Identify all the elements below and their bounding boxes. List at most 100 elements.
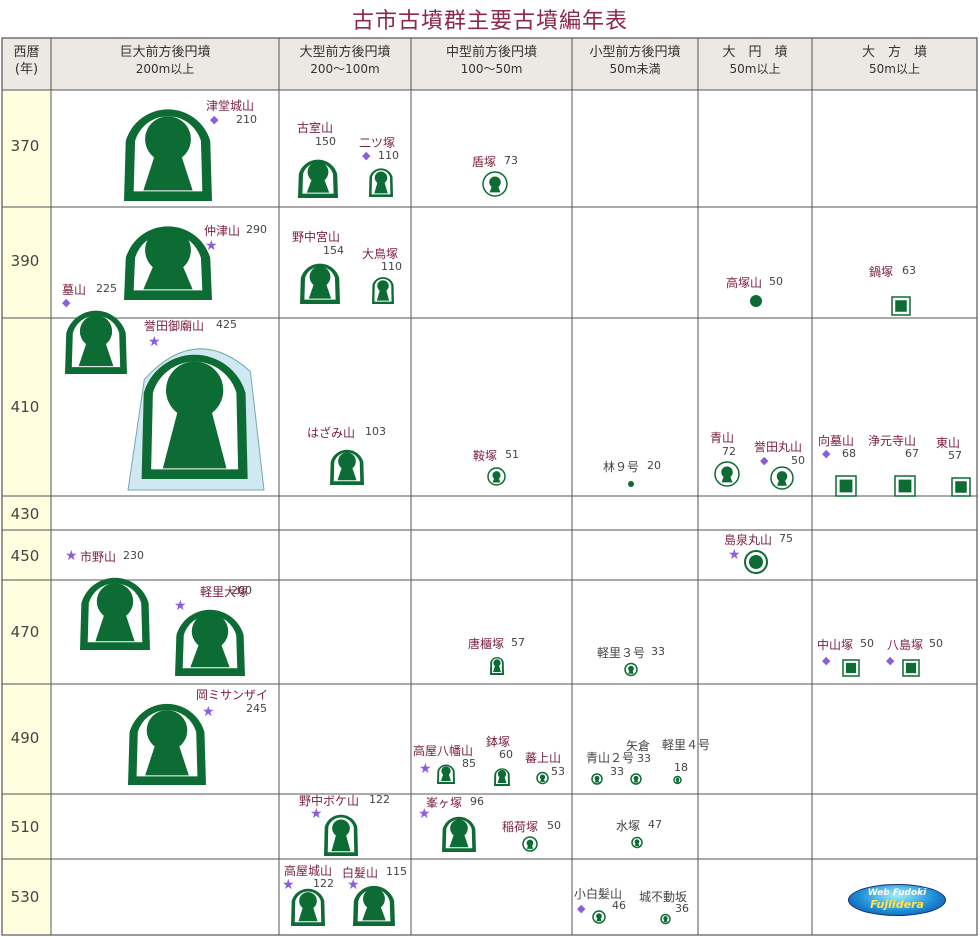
- tomb-name: 稲荷塚: [502, 820, 539, 834]
- tomb-name: 鉢塚: [486, 735, 511, 749]
- star-icon: ★: [174, 598, 187, 614]
- header-medium: 中型前方後円墳 100〜50m: [411, 44, 572, 78]
- year-label: 490: [10, 729, 40, 747]
- tomb-name: 青山: [710, 431, 735, 445]
- tomb-size: 67: [905, 447, 919, 460]
- tomb-name: 中山塚: [817, 638, 854, 652]
- diamond-icon: ◆: [62, 296, 71, 309]
- header-small-line2: 50m未満: [609, 62, 661, 76]
- year-label: 510: [10, 818, 40, 836]
- tomb-size: 150: [315, 135, 336, 148]
- tomb-size: 47: [648, 818, 662, 831]
- star-icon: ★: [310, 806, 323, 822]
- star-icon: ★: [202, 704, 215, 720]
- header-round-line1: 大 円 墳: [722, 45, 788, 60]
- web-fudoki-logo[interactable]: Web Fudoki Fujiidera: [848, 884, 946, 916]
- diamond-icon: ◆: [822, 447, 831, 460]
- star-icon: ★: [65, 548, 78, 564]
- header-square: 大 方 墳 50m以上: [812, 44, 977, 78]
- header-year: 西暦 (年): [2, 44, 51, 78]
- tomb-name: 鍋塚: [869, 265, 894, 279]
- tomb-name: 高屋八幡山: [413, 744, 474, 758]
- star-icon: ★: [728, 547, 741, 563]
- tomb-size: 33: [637, 752, 651, 765]
- tomb-size: 425: [216, 318, 237, 331]
- tomb-name: 軽里３号: [597, 646, 646, 660]
- labels-layer: 西暦 (年) 巨大前方後円墳 200m以上 大型前方後円墳 200〜100m 中…: [0, 0, 980, 937]
- tomb-name: 大鳥塚: [362, 247, 399, 261]
- tomb-size: 85: [462, 757, 476, 770]
- tomb-size: 53: [551, 765, 565, 778]
- tomb-name: 墓山: [62, 283, 87, 297]
- diamond-icon: ◆: [577, 902, 586, 915]
- logo-line1: Web Fudoki: [867, 888, 927, 898]
- year-label: 410: [10, 398, 40, 416]
- tomb-size: 245: [246, 702, 267, 715]
- tomb-size: 225: [96, 282, 117, 295]
- year-label: 370: [10, 137, 40, 155]
- tomb-size: 36: [675, 902, 689, 915]
- tomb-name: はざみ山: [307, 426, 356, 440]
- tomb-size: 20: [647, 459, 661, 472]
- diamond-icon: ◆: [822, 654, 831, 667]
- tomb-name: 東山: [936, 436, 961, 450]
- tomb-name: 浄元寺山: [868, 434, 917, 448]
- tomb-name: 蕃上山: [525, 751, 562, 765]
- tomb-name: 唐櫃塚: [468, 637, 505, 651]
- tomb-size: 154: [323, 244, 344, 257]
- tomb-name: 向墓山: [818, 434, 855, 448]
- diamond-icon: ◆: [886, 654, 895, 667]
- tomb-size: 73: [504, 154, 518, 167]
- star-icon: ★: [347, 877, 360, 893]
- star-icon: ★: [419, 761, 432, 777]
- tomb-name: 市野山: [80, 550, 117, 564]
- tomb-name: 島泉丸山: [724, 533, 773, 547]
- tomb-size: 115: [386, 865, 407, 878]
- tomb-size: 50: [929, 637, 943, 650]
- tomb-size: 68: [842, 447, 856, 460]
- tomb-name: 軽里４号: [662, 738, 711, 752]
- tomb-name: 水塚: [616, 819, 641, 833]
- header-round-line2: 50m以上: [729, 62, 781, 76]
- tomb-size: 122: [369, 793, 390, 806]
- header-giant: 巨大前方後円墳 200m以上: [51, 44, 279, 78]
- diamond-icon: ◆: [362, 149, 371, 162]
- tomb-name: 青山２号: [586, 751, 635, 765]
- tomb-name: 野中ボケ山: [299, 794, 360, 808]
- header-giant-line2: 200m以上: [135, 62, 195, 76]
- tomb-size: 33: [651, 645, 665, 658]
- header-medium-line1: 中型前方後円墳: [445, 45, 537, 60]
- tomb-size: 230: [123, 549, 144, 562]
- star-icon: ★: [205, 238, 218, 254]
- year-label: 390: [10, 252, 40, 270]
- tomb-size: 290: [246, 223, 267, 236]
- header-square-line2: 50m以上: [869, 62, 920, 76]
- header-small: 小型前方後円墳 50m未満: [572, 44, 698, 78]
- header-medium-line2: 100〜50m: [460, 62, 523, 76]
- year-label: 430: [10, 505, 40, 523]
- tomb-size: 72: [722, 445, 736, 458]
- tomb-size: 210: [236, 113, 257, 126]
- tomb-name: 林９号: [603, 460, 640, 474]
- tomb-size: 122: [313, 877, 334, 890]
- tomb-size: 63: [902, 264, 916, 277]
- tomb-name: 野中宮山: [292, 230, 341, 244]
- tomb-size: 110: [381, 260, 402, 273]
- header-square-line1: 大 方 墳: [861, 45, 927, 60]
- header-round: 大 円 墳 50m以上: [698, 44, 812, 78]
- tomb-name: 鞍塚: [473, 449, 498, 463]
- header-large: 大型前方後円墳 200〜100m: [279, 44, 411, 78]
- tomb-name: 誉田御廟山: [144, 319, 205, 333]
- diamond-icon: ◆: [760, 454, 769, 467]
- tomb-size: 50: [791, 454, 805, 467]
- year-label: 450: [10, 547, 40, 565]
- tomb-size: 50: [547, 819, 561, 832]
- tomb-name: 古室山: [297, 121, 334, 135]
- star-icon: ★: [148, 334, 161, 350]
- tomb-size: 96: [470, 795, 484, 808]
- tomb-size: 75: [779, 532, 793, 545]
- tomb-name: 岡ミサンザイ: [196, 688, 269, 702]
- year-label: 470: [10, 623, 40, 641]
- tomb-size: 51: [505, 448, 519, 461]
- tomb-size: 60: [499, 748, 513, 761]
